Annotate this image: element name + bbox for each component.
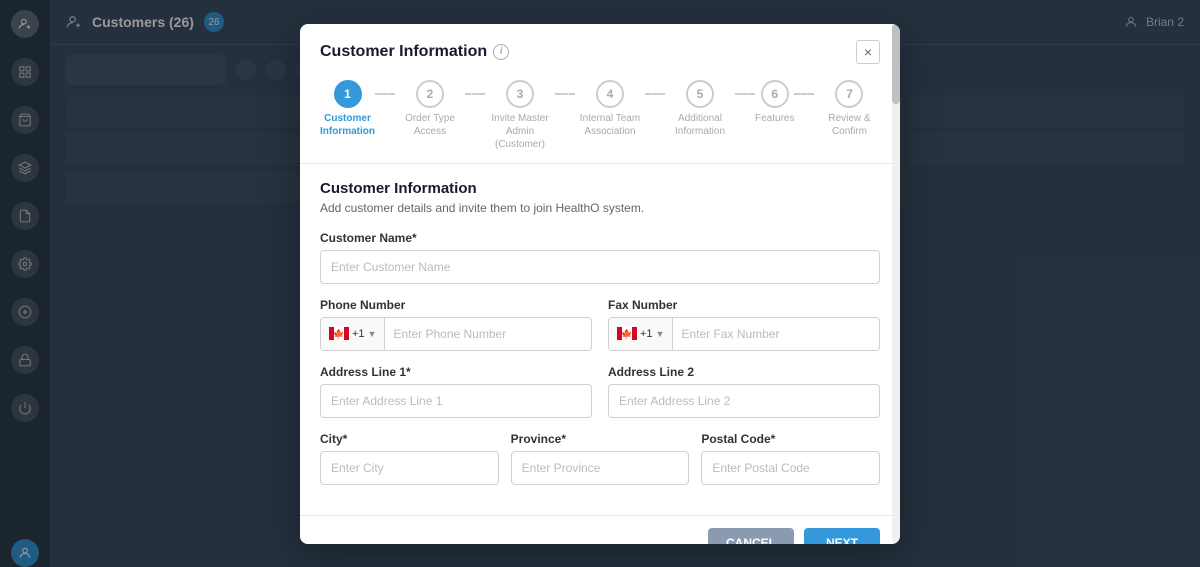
step-6[interactable]: 6 Features [755,80,794,125]
fax-number-input[interactable] [673,327,879,341]
step-5-label: Additional Information [665,112,735,138]
customer-name-input[interactable] [320,250,880,284]
fax-number-label: Fax Number [608,298,880,312]
city-group: City* [320,432,499,485]
canada-flag-fax: 🍁 [617,327,637,340]
step-5[interactable]: 5 Additional Information [665,80,735,138]
address-line2-group: Address Line 2 [608,365,880,418]
city-province-postal-row: City* Province* Postal Code* [320,432,880,485]
modal-title-text: Customer Information [320,43,487,61]
step-2[interactable]: 2 Order Type Access [395,80,465,138]
province-label: Province* [511,432,690,446]
step-1[interactable]: 1 CustomerInformation [320,80,375,138]
modal-scrollbar-thumb [892,24,900,104]
address-line1-label: Address Line 1* [320,365,592,379]
phone-fax-row: Phone Number 🍁 +1 [320,298,880,351]
phone-flag-select[interactable]: 🍁 +1 ▼ [321,318,385,350]
step-4-label: Internal Team Association [575,112,645,138]
customer-name-label: Customer Name* [320,231,880,245]
fax-flag-select[interactable]: 🍁 +1 ▼ [609,318,673,350]
section-title: Customer Information [320,180,880,197]
customer-name-group: Customer Name* [320,231,880,284]
step-1-circle: 1 [334,80,362,108]
address-line1-group: Address Line 1* [320,365,592,418]
step-6-circle: 6 [761,80,789,108]
step-6-label: Features [755,112,794,125]
postal-code-label: Postal Code* [701,432,880,446]
fax-input-wrapper: 🍁 +1 ▼ [608,317,880,351]
fax-dropdown-arrow: ▼ [656,329,665,339]
modal-scrollbar [892,24,900,544]
info-icon[interactable]: i [493,44,509,60]
next-button[interactable]: NEXT [804,528,880,544]
modal-body: Customer Information Add customer detail… [300,180,900,515]
postal-code-input[interactable] [701,451,880,485]
svg-text:🍁: 🍁 [621,328,632,339]
step-2-circle: 2 [416,80,444,108]
phone-number-input[interactable] [385,327,591,341]
address-row: Address Line 1* Address Line 2 [320,365,880,418]
step-7-circle: 7 [835,80,863,108]
connector-5-6 [735,93,755,95]
customer-information-modal: Customer Information i × 1 CustomerInfor… [300,24,900,544]
modal-overlay: Customer Information i × 1 CustomerInfor… [0,0,1200,567]
phone-input-wrapper: 🍁 +1 ▼ [320,317,592,351]
stepper: 1 CustomerInformation 2 Order Type Acces… [300,64,900,163]
province-group: Province* [511,432,690,485]
step-4[interactable]: 4 Internal Team Association [575,80,645,138]
city-label: City* [320,432,499,446]
address-line2-input[interactable] [608,384,880,418]
phone-number-label: Phone Number [320,298,592,312]
city-input[interactable] [320,451,499,485]
modal-footer: CANCEL NEXT [300,515,900,544]
section-desc: Add customer details and invite them to … [320,201,880,215]
step-3-circle: 3 [506,80,534,108]
phone-number-group: Phone Number 🍁 +1 [320,298,592,351]
canada-flag-phone: 🍁 [329,327,349,340]
step-3[interactable]: 3 Invite Master Admin (Customer) [485,80,555,151]
step-5-circle: 5 [686,80,714,108]
step-3-label: Invite Master Admin (Customer) [485,112,555,151]
step-7[interactable]: 7 Review & Confirm [814,80,884,138]
phone-dropdown-arrow: ▼ [368,329,377,339]
address-line1-input[interactable] [320,384,592,418]
step-1-label: CustomerInformation [320,112,375,138]
modal-divider [300,163,900,164]
connector-2-3 [465,93,485,95]
connector-4-5 [645,93,665,95]
connector-3-4 [555,93,575,95]
modal-title-container: Customer Information i [320,43,509,61]
step-7-label: Review & Confirm [814,112,884,138]
close-button[interactable]: × [856,40,880,64]
address-line2-label: Address Line 2 [608,365,880,379]
svg-text:🍁: 🍁 [333,328,344,339]
modal-header: Customer Information i × [300,24,900,64]
province-input[interactable] [511,451,690,485]
postal-code-group: Postal Code* [701,432,880,485]
cancel-button[interactable]: CANCEL [708,528,794,544]
step-4-circle: 4 [596,80,624,108]
connector-1-2 [375,93,395,95]
fax-number-group: Fax Number 🍁 +1 ▼ [608,298,880,351]
connector-6-7 [794,93,814,95]
step-2-label: Order Type Access [395,112,465,138]
